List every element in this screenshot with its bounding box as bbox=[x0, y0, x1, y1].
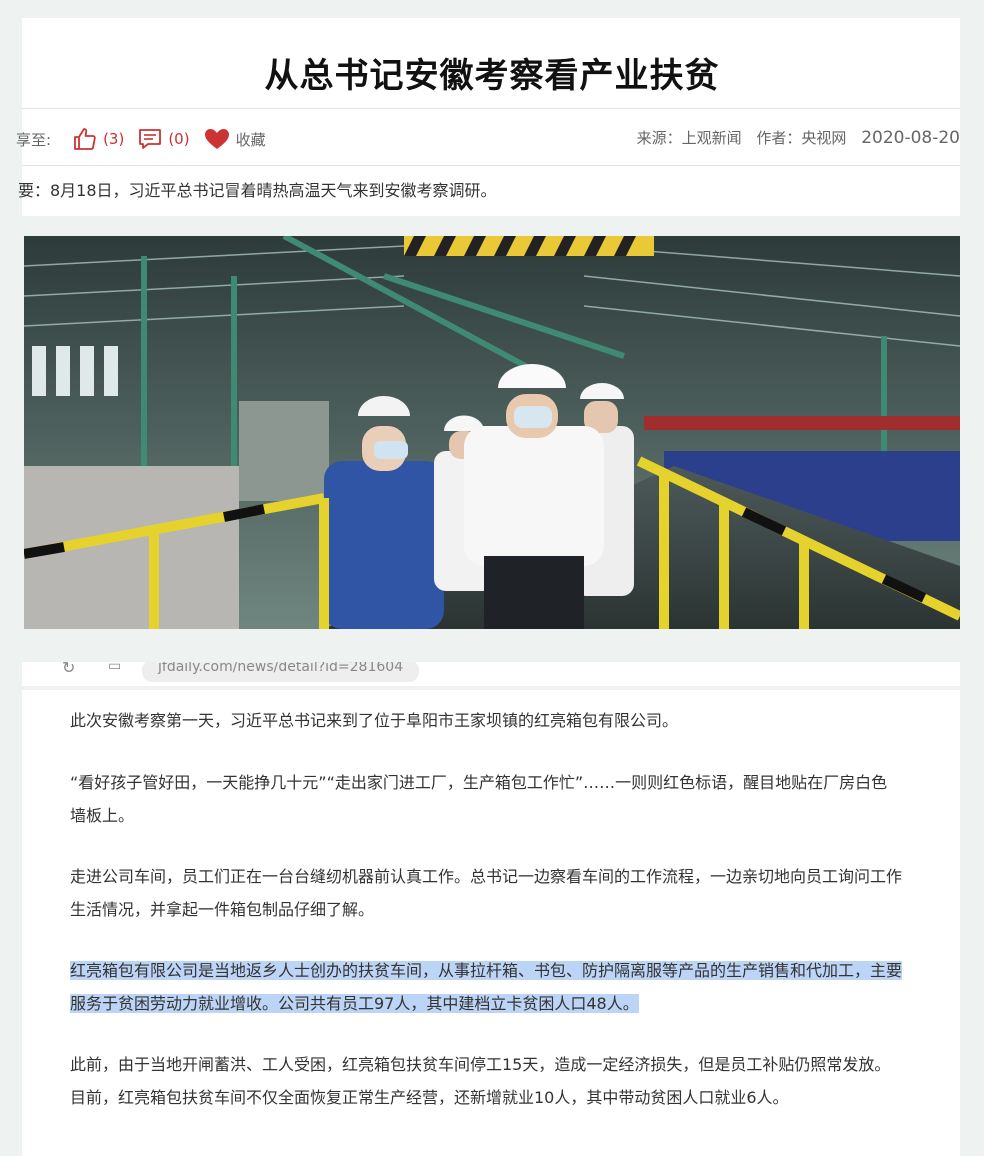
article-author: 作者：央视网 bbox=[756, 129, 847, 147]
article-meta-bar: 享至: (3) (0) 收藏 来源：上观新闻 作者：央视网 2020-08-20 bbox=[16, 108, 960, 166]
article-date: 2020-08-20 bbox=[861, 128, 960, 148]
factory-inspection-image bbox=[24, 236, 960, 629]
favorite-label: 收藏 bbox=[235, 130, 266, 149]
like-count: (3) bbox=[103, 130, 125, 148]
heart-icon bbox=[204, 129, 229, 149]
page-icon[interactable]: ▭ bbox=[108, 662, 121, 674]
paragraph-4-highlighted: 红亮箱包有限公司是当地返乡人士创办的扶贫车间，从事拉杆箱、书包、防护隔离服等产品… bbox=[70, 954, 903, 1020]
article-summary: 要：8月18日，习近平总书记冒着晴热高温天气来到安徽考察调研。 bbox=[18, 166, 960, 216]
paragraph-2: “看好孩子管好田，一天能挣几十元”“走出家门进工厂，生产箱包工作忙”……一则则红… bbox=[70, 773, 888, 825]
article-photo bbox=[24, 236, 960, 629]
share-label: 享至: bbox=[16, 130, 52, 149]
reload-icon[interactable]: ↻ bbox=[62, 662, 75, 677]
comment-button[interactable]: (0) bbox=[138, 128, 190, 150]
browser-url-bar[interactable]: ↻ ▭ jfdaily.com/news/detail?id=281604 bbox=[22, 662, 960, 686]
thumbs-up-icon bbox=[74, 128, 96, 150]
like-button[interactable]: (3) bbox=[73, 127, 124, 151]
favorite-button[interactable]: 收藏 bbox=[204, 128, 266, 150]
comment-count: (0) bbox=[168, 130, 190, 148]
paragraph-5: 此前，由于当地开闸蓄洪、工人受困，红亮箱包扶贫车间停工15天，造成一定经济损失，… bbox=[70, 1055, 891, 1107]
url-text[interactable]: jfdaily.com/news/detail?id=281604 bbox=[142, 662, 420, 682]
comment-icon bbox=[139, 129, 162, 149]
selected-text: 红亮箱包有限公司是当地返乡人士创办的扶贫车间，从事拉杆箱、书包、防护隔离服等产品… bbox=[70, 961, 903, 1013]
article-title: 从总书记安徽考察看产业扶贫 bbox=[264, 56, 720, 96]
article-body: 此次安徽考察第一天，习近平总书记来到了位于阜阳市王家坝镇的红亮箱包有限公司。 “… bbox=[22, 690, 960, 1156]
action-group: 享至: (3) (0) 收藏 bbox=[16, 127, 280, 151]
summary-text: 要：8月18日，习近平总书记冒着晴热高温天气来到安徽考察调研。 bbox=[18, 181, 497, 200]
paragraph-3: 走进公司车间，员工们正在一台台缝纫机器前认真工作。总书记一边察看车间的工作流程，… bbox=[70, 867, 903, 919]
paragraph-1: 此次安徽考察第一天，习近平总书记来到了位于阜阳市王家坝镇的红亮箱包有限公司。 bbox=[70, 711, 679, 730]
article-source: 来源：上观新闻 bbox=[636, 129, 742, 147]
article-info: 来源：上观新闻 作者：央视网 2020-08-20 bbox=[627, 127, 960, 148]
